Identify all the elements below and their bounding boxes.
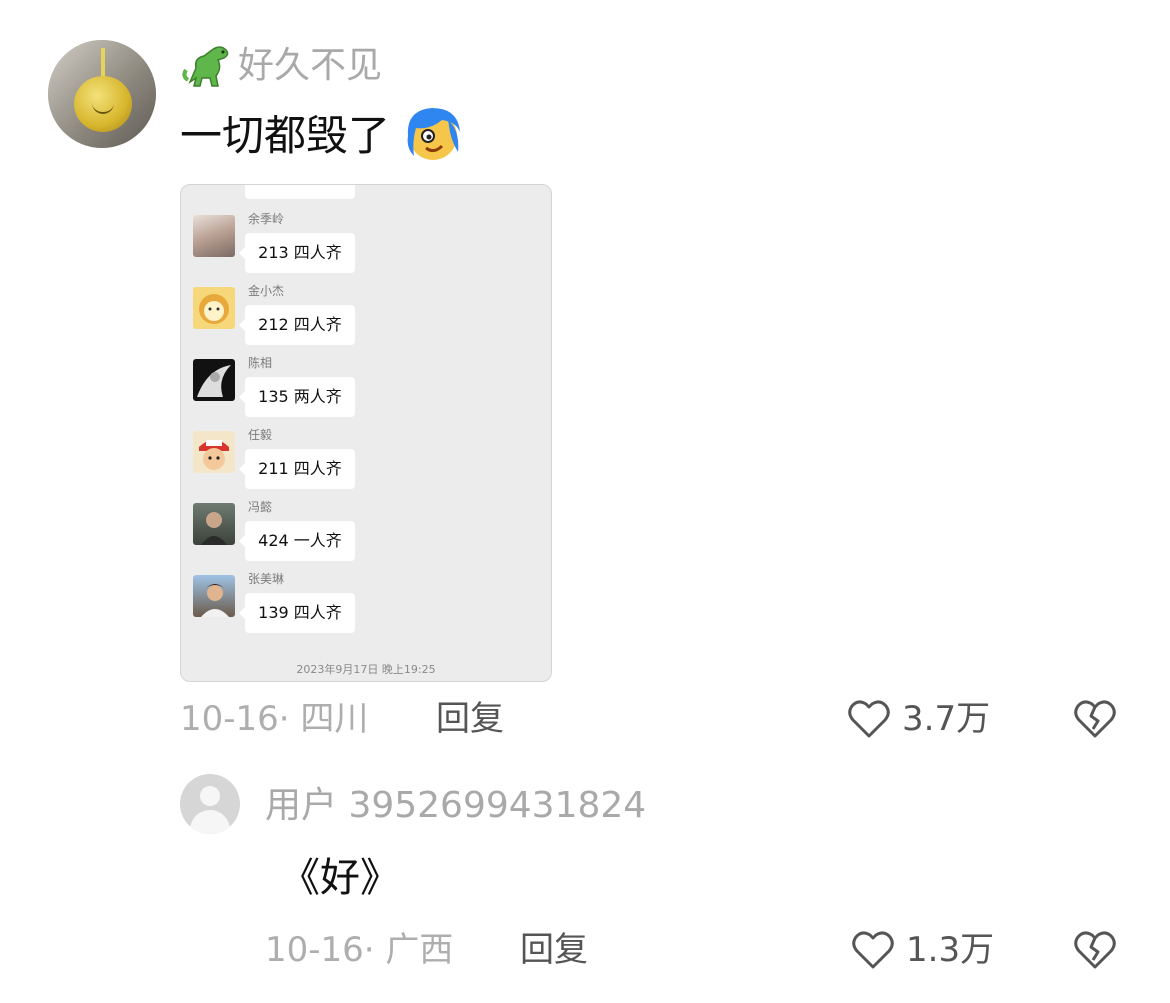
chat-sender-name: 金小杰: [248, 284, 285, 298]
like-count: 1.3万: [906, 930, 995, 970]
attached-image[interactable]: 余季岭 213 四人齐 金小杰 212 四人齐 陈相 135 两人齐 任毅 21…: [180, 184, 552, 682]
reply-date: 10-16: [265, 930, 364, 970]
chat-message: 余季岭 213 四人齐: [193, 211, 533, 273]
heart-outline-icon: [852, 931, 894, 969]
chat-message: 冯懿 424 一人齐: [193, 499, 533, 561]
chat-avatar: [193, 503, 235, 545]
dinosaur-icon: [182, 46, 229, 87]
broken-heart-icon[interactable]: [1072, 927, 1118, 973]
comment-location: 四川: [300, 699, 369, 739]
comment-meta: 10-16· 四川: [180, 697, 368, 741]
chat-avatar: [193, 287, 235, 329]
chat-sender-name: 余季岭: [248, 212, 285, 226]
reply-location: 广西: [385, 930, 454, 970]
chat-message: 任毅 211 四人齐: [193, 427, 533, 489]
chat-timestamp: 2023年9月17日 晚上19:25: [296, 663, 436, 676]
chat-message: 张美琳 139 四人齐: [193, 571, 533, 633]
avatar[interactable]: [48, 40, 156, 148]
chat-avatar: [193, 431, 235, 473]
chat-avatar: [193, 575, 235, 617]
reply-avatar[interactable]: [180, 774, 240, 834]
meta-separator: ·: [363, 930, 386, 970]
chat-message: 陈相 135 两人齐: [193, 355, 533, 417]
chat-sender-name: 冯懿: [248, 500, 273, 514]
chat-sender-name: 任毅: [248, 428, 273, 442]
reply-button[interactable]: 回复: [436, 697, 504, 741]
comment-text: 一切都毁了: [180, 111, 391, 160]
chat-sender-name: 陈相: [248, 356, 273, 370]
broken-heart-icon[interactable]: [1072, 696, 1118, 742]
meta-separator: ·: [278, 699, 301, 739]
like-count: 3.7万: [902, 699, 991, 739]
chat-avatar: [193, 215, 235, 257]
reply-meta: 10-16· 广西: [265, 928, 453, 972]
chat-sender-name: 张美琳: [248, 572, 285, 586]
chat-avatar: [193, 359, 235, 401]
chat-bubble: 212 四人齐: [239, 305, 355, 345]
comment-date: 10-16: [180, 699, 279, 739]
blue-hair-emoji-icon: [407, 108, 460, 160]
heart-outline-icon: [848, 700, 890, 738]
reply-button[interactable]: 回复: [520, 928, 588, 972]
chat-bubble: 213 四人齐: [239, 233, 355, 273]
like-button[interactable]: 3.7万: [846, 696, 990, 742]
chat-bubble: 424 一人齐: [239, 521, 355, 561]
chat-bubble: 139 四人齐: [239, 593, 355, 633]
partial-message-bubble: [245, 185, 355, 199]
like-button[interactable]: 1.3万: [850, 927, 994, 973]
reply-username[interactable]: 用户 3952699431824: [265, 784, 646, 828]
reply-text: 《好》: [280, 855, 400, 901]
chat-bubble: 211 四人齐: [239, 449, 355, 489]
chat-message: 金小杰 212 四人齐: [193, 283, 533, 345]
username[interactable]: 好久不见: [238, 42, 382, 90]
chat-bubble: 135 两人齐: [239, 377, 355, 417]
